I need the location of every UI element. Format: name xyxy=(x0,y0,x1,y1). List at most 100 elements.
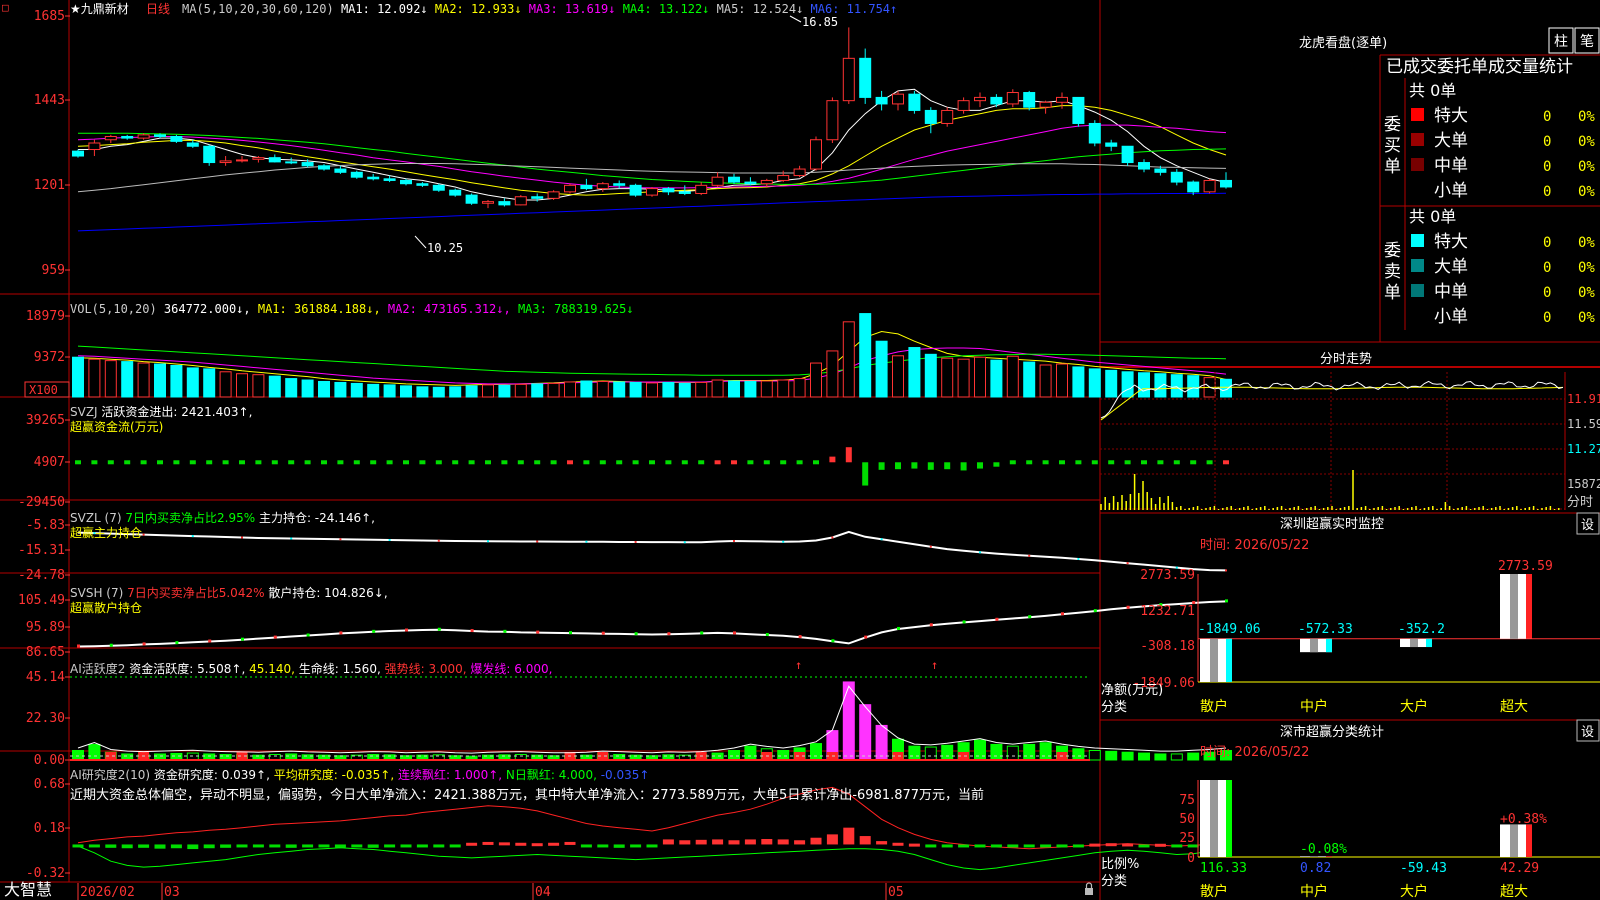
candle-body[interactable] xyxy=(318,165,330,170)
volume-bar[interactable] xyxy=(482,384,494,398)
candle-body[interactable] xyxy=(908,93,921,111)
volume-bar[interactable] xyxy=(1121,371,1134,398)
candle-body[interactable] xyxy=(416,183,429,186)
svzj-bar[interactable] xyxy=(271,460,278,465)
volume-bar[interactable] xyxy=(810,362,822,398)
candle-body[interactable] xyxy=(842,57,855,102)
volume-bar[interactable] xyxy=(88,358,101,398)
volume-bar[interactable] xyxy=(547,382,560,398)
volume-bar[interactable] xyxy=(842,321,855,398)
research-bar[interactable] xyxy=(1040,844,1052,848)
research-bar[interactable] xyxy=(925,844,937,848)
svzj-bar[interactable] xyxy=(353,460,360,465)
research-bar[interactable] xyxy=(121,844,133,849)
activity-bar[interactable] xyxy=(777,749,790,761)
research-bar[interactable] xyxy=(1089,843,1101,847)
svzj-bar[interactable] xyxy=(337,460,344,465)
svzj-bar[interactable] xyxy=(960,462,967,471)
research-bar[interactable] xyxy=(498,842,510,846)
candle-body[interactable] xyxy=(400,179,412,185)
candle-body[interactable] xyxy=(88,142,101,151)
svzj-bar[interactable] xyxy=(1091,460,1098,465)
svzj-bar[interactable] xyxy=(813,460,819,465)
candle-body[interactable] xyxy=(744,181,757,185)
svzj-bar[interactable] xyxy=(632,460,639,465)
research-bar[interactable] xyxy=(400,844,412,848)
svzj-bar[interactable] xyxy=(435,460,442,465)
svzj-bar[interactable] xyxy=(714,460,721,465)
svzj-bar[interactable] xyxy=(288,460,295,465)
volume-bar[interactable] xyxy=(613,381,626,398)
volume-bar[interactable] xyxy=(334,381,347,398)
activity-bar[interactable] xyxy=(88,743,101,761)
research-bar[interactable] xyxy=(466,842,478,846)
activity-bar[interactable] xyxy=(1187,752,1200,761)
main-canvas[interactable]: 1685 1443 1201 959 □ ★九鼎新材 日线 MA(5,10,20,30… xyxy=(0,0,1600,900)
activity-bar[interactable] xyxy=(1088,749,1101,761)
candle-body[interactable] xyxy=(334,168,347,173)
volume-bar[interactable] xyxy=(564,381,576,398)
activity-bar[interactable] xyxy=(908,745,921,761)
research-bar[interactable] xyxy=(170,844,182,849)
svzj-bar[interactable] xyxy=(91,460,98,465)
lhb-panel[interactable]: 龙虎看盘(逐单) 柱 笔 已成交委托单成交量统计 共 0单委买单特大 0 0%大单 0… xyxy=(1299,27,1600,327)
volume-bar[interactable] xyxy=(252,374,265,398)
candle-body[interactable] xyxy=(137,134,150,139)
research-bar[interactable] xyxy=(843,827,855,845)
svzj-bar[interactable] xyxy=(878,462,885,470)
volume-bar[interactable] xyxy=(318,380,330,398)
research-bar[interactable] xyxy=(203,844,215,849)
candle-body[interactable] xyxy=(514,196,527,206)
research-bar[interactable] xyxy=(990,844,1002,848)
volume-bar[interactable] xyxy=(416,386,429,398)
svzj-bar[interactable] xyxy=(1223,460,1229,465)
candle-body[interactable] xyxy=(121,135,134,139)
volume-bar[interactable] xyxy=(367,383,380,398)
volume-bar[interactable] xyxy=(1105,369,1118,398)
volume-bar[interactable] xyxy=(186,367,199,398)
svzj-bar[interactable] xyxy=(1124,460,1131,465)
candle-body[interactable] xyxy=(629,184,642,196)
volume-bar[interactable] xyxy=(400,385,412,398)
class-bar[interactable] xyxy=(1500,824,1532,857)
svzj-bar[interactable] xyxy=(107,460,114,465)
activity-bar[interactable] xyxy=(1072,748,1085,761)
svzj-bar[interactable] xyxy=(862,462,869,486)
monitor-bar[interactable] xyxy=(1300,638,1332,653)
candle-body[interactable] xyxy=(482,201,494,204)
research-bar[interactable] xyxy=(974,844,986,848)
volume-bar[interactable] xyxy=(1072,366,1085,398)
volume-bar[interactable] xyxy=(350,382,363,398)
candle-body[interactable] xyxy=(350,171,363,178)
research-bar[interactable] xyxy=(302,844,314,848)
volume-bar[interactable] xyxy=(170,364,183,398)
volume-bar[interactable] xyxy=(728,380,740,398)
research-bar[interactable] xyxy=(138,844,150,848)
activity-bar[interactable] xyxy=(744,745,757,761)
candle-body[interactable] xyxy=(203,145,216,164)
svzj-bar[interactable] xyxy=(485,460,491,465)
volume-bar[interactable] xyxy=(301,379,314,398)
candle-body[interactable] xyxy=(547,191,560,199)
volume-bar[interactable] xyxy=(268,375,281,398)
svzj-bar[interactable] xyxy=(845,447,852,463)
svzj-bar[interactable] xyxy=(747,460,754,465)
research-bar[interactable] xyxy=(695,839,707,845)
volume-bar[interactable] xyxy=(1220,378,1232,398)
activity-bar[interactable] xyxy=(924,746,937,761)
volume-bar[interactable] xyxy=(154,363,166,398)
candle-body[interactable] xyxy=(219,160,232,164)
research-bar[interactable] xyxy=(72,844,84,848)
volume-bar[interactable] xyxy=(908,347,921,398)
svzj-bar[interactable] xyxy=(1026,460,1033,465)
candle-body[interactable] xyxy=(1121,145,1134,164)
candle-body[interactable] xyxy=(564,184,576,193)
svzj-bar[interactable] xyxy=(239,460,245,465)
volume-bar[interactable] xyxy=(285,378,298,398)
svzj-bar[interactable] xyxy=(567,460,573,465)
candle-body[interactable] xyxy=(154,134,166,137)
svzj-bar[interactable] xyxy=(1157,460,1164,465)
volume-bar[interactable] xyxy=(121,361,134,398)
svzj-bar[interactable] xyxy=(681,460,688,465)
svzj-bar[interactable] xyxy=(1075,460,1082,465)
